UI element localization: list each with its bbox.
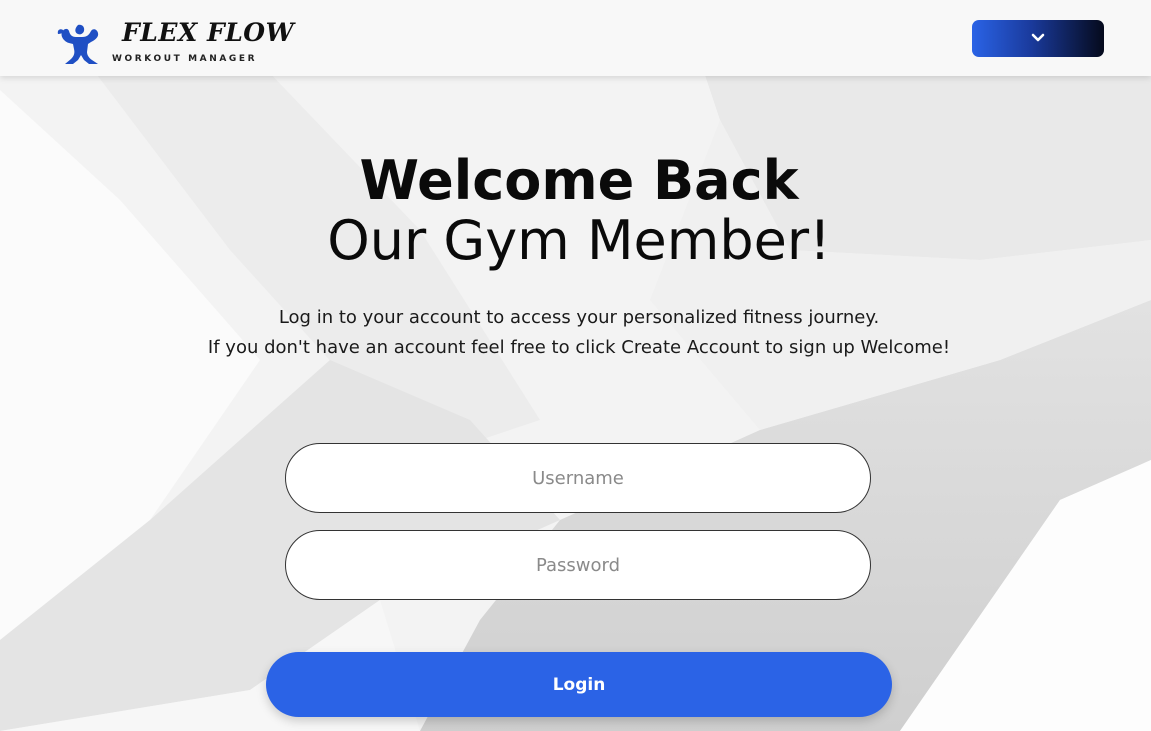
login-section: Welcome Back Our Gym Member! Log in to y… (0, 0, 1151, 731)
login-button[interactable]: Login (266, 652, 892, 717)
username-input[interactable] (285, 443, 871, 513)
brand-name: FLEX FLOW (122, 18, 295, 47)
brand-tagline: WORKOUT MANAGER (112, 54, 258, 64)
top-navbar: FLEX FLOW WORKOUT MANAGER (0, 0, 1151, 76)
nav-menu-dropdown-button[interactable] (972, 20, 1104, 57)
brand-logo[interactable]: FLEX FLOW WORKOUT MANAGER (54, 18, 294, 68)
password-input[interactable] (285, 530, 871, 600)
subtitle-line1: Log in to your account to access your pe… (278, 307, 880, 328)
subtitle-line2: If you don't have an account feel free t… (207, 337, 951, 358)
bodybuilder-logo-icon (57, 24, 99, 64)
chevron-down-icon (1031, 33, 1045, 42)
page-title-line2: Our Gym Member! (327, 209, 831, 272)
